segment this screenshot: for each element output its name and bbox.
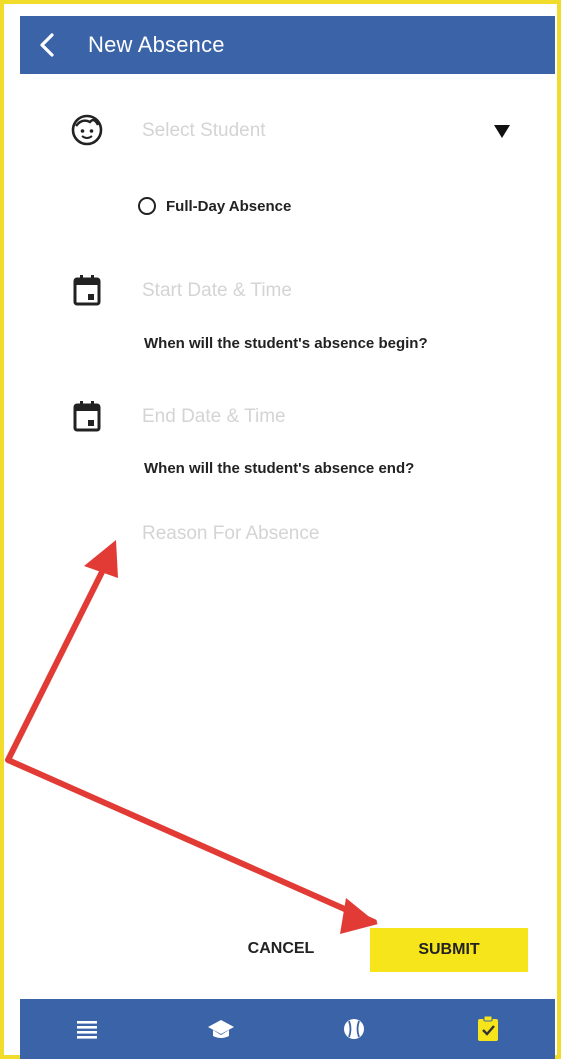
radio-button[interactable] <box>138 197 156 215</box>
student-select[interactable]: Select Student <box>142 110 522 152</box>
full-day-label: Full-Day Absence <box>166 197 292 215</box>
calendar-icon <box>67 396 107 436</box>
start-datetime-input[interactable]: Start Date & Time <box>142 271 522 311</box>
start-helper-text: When will the student's absence begin? <box>144 335 428 352</box>
child-face-icon <box>67 110 107 150</box>
clipboard-check-icon <box>478 1016 499 1041</box>
end-datetime-input[interactable]: End Date & Time <box>142 397 522 437</box>
chevron-left-icon <box>40 33 54 57</box>
start-icon-wrap <box>67 270 107 310</box>
page-title: New Absence <box>88 32 225 57</box>
nav-item-absences[interactable] <box>458 1004 518 1054</box>
full-day-radio[interactable]: Full-Day Absence <box>138 197 291 215</box>
end-helper-text: When will the student's absence end? <box>144 460 415 477</box>
graduation-cap-icon <box>207 1020 234 1038</box>
back-button[interactable] <box>20 16 76 74</box>
reason-input[interactable]: Reason For Absence <box>142 516 522 552</box>
reason-placeholder: Reason For Absence <box>142 523 320 544</box>
nav-item-academics[interactable] <box>191 1004 251 1054</box>
student-select-placeholder: Select Student <box>142 120 266 141</box>
nav-item-list[interactable] <box>57 1004 117 1054</box>
app-bar: New Absence <box>20 16 555 74</box>
baseball-icon <box>344 1019 365 1039</box>
calendar-icon <box>67 270 107 310</box>
screen-frame: New Absence Select Student Full-Day Abse… <box>0 0 561 1059</box>
bottom-nav <box>20 999 555 1059</box>
dropdown-arrow-icon <box>494 124 510 138</box>
end-datetime-placeholder: End Date & Time <box>142 406 286 427</box>
student-icon-wrap <box>67 110 107 150</box>
list-icon <box>76 1021 97 1039</box>
end-icon-wrap <box>67 396 107 436</box>
nav-item-sports[interactable] <box>324 1004 384 1054</box>
submit-button[interactable]: SUBMIT <box>370 928 528 972</box>
start-datetime-placeholder: Start Date & Time <box>142 280 292 301</box>
cancel-button[interactable]: CANCEL <box>236 929 326 969</box>
